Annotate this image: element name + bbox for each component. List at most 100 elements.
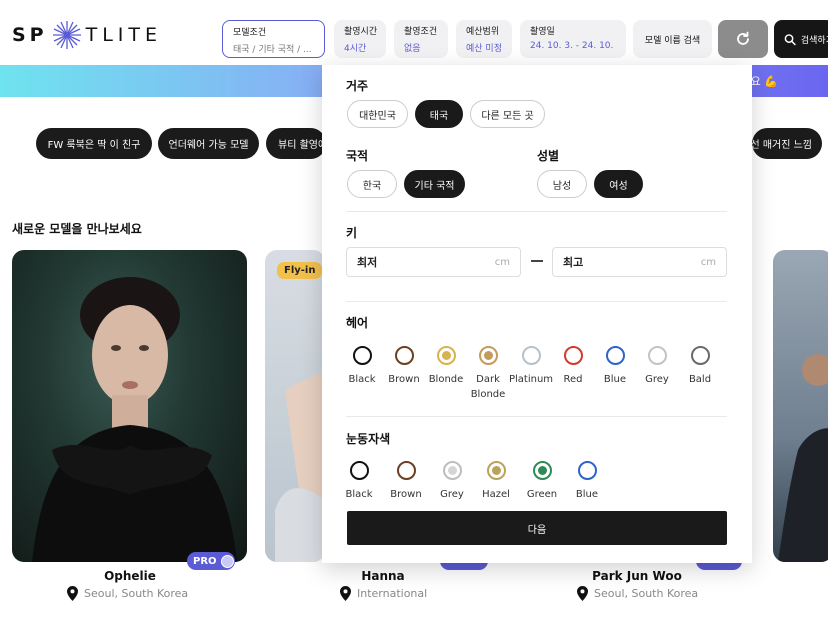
tag-chip[interactable]: 언더웨어 가능 모델 <box>158 128 259 159</box>
filter-label: 촬영일 <box>530 27 555 37</box>
nationality-title: 국적 <box>346 149 369 163</box>
color-swatch-icon <box>521 346 541 365</box>
logo-text-left: SP <box>12 24 48 46</box>
search-button-label: 검색하기 <box>800 35 828 46</box>
location-pin-icon <box>577 586 588 601</box>
filter-label: 촬영조건 <box>404 27 438 37</box>
verified-icon <box>220 554 234 568</box>
nationality-option-korean[interactable]: 한국 <box>347 170 397 198</box>
spotlite-logo[interactable]: SP TLITE <box>12 20 162 50</box>
model-card-photo[interactable] <box>773 250 828 562</box>
color-swatch-icon <box>577 461 597 480</box>
model-name[interactable]: Hanna <box>323 569 443 583</box>
filter-shooting-time[interactable]: 촬영시간 4시간 <box>334 20 386 58</box>
model-card-photo[interactable] <box>12 250 247 562</box>
filter-label: 촬영시간 <box>344 27 378 37</box>
model-location-text: International <box>357 587 428 600</box>
nationality-option-other[interactable]: 기타 국적 <box>404 170 465 198</box>
reset-button[interactable] <box>718 20 768 58</box>
color-swatch-fill <box>610 351 620 360</box>
color-swatch-fill <box>537 466 547 475</box>
header: SP TLITE 모델조건 태국 / 기타 국적 / ... 촬영시간 4시간 … <box>0 0 828 66</box>
color-swatch-fill <box>652 351 662 360</box>
filter-budget-range[interactable]: 예산범위 예산 미정 <box>456 20 512 58</box>
color-swatch-fill <box>526 351 536 360</box>
color-swatch-icon <box>690 346 710 365</box>
model-portrait-image <box>275 370 325 562</box>
color-swatch-fill <box>483 351 493 360</box>
model-location-text: Seoul, South Korea <box>84 587 189 600</box>
color-swatch-icon <box>532 461 552 480</box>
location-pin-icon <box>67 586 78 601</box>
model-name[interactable]: Park Jun Woo <box>577 569 697 583</box>
model-location-text: Seoul, South Korea <box>594 587 699 600</box>
residence-title: 거주 <box>346 79 369 93</box>
gender-option-male[interactable]: 남성 <box>537 170 587 198</box>
filter-value: 24. 10. 3. - 24. 10. 3. <box>530 41 616 51</box>
model-location: Seoul, South Korea <box>577 586 698 601</box>
model-conditions-panel: 거주 대한민국 태국 다른 모든 곳 국적 한국 기타 국적 성별 남성 여성 … <box>322 65 752 563</box>
next-button[interactable]: 다음 <box>347 511 727 545</box>
color-swatch-fill <box>568 351 578 360</box>
range-dash <box>531 260 543 262</box>
logo-text-right: TLITE <box>85 24 163 46</box>
residence-option-thailand[interactable]: 태국 <box>415 100 463 128</box>
color-swatch-icon <box>436 346 456 365</box>
model-name[interactable]: Ophelie <box>70 569 190 583</box>
color-swatch-fill <box>441 351 451 360</box>
filter-label: 모델조건 <box>233 28 267 38</box>
height-unit: cm <box>700 256 716 268</box>
search-button[interactable]: 검색하기 <box>774 20 828 58</box>
height-max-input[interactable]: 최고 cm <box>552 247 727 277</box>
height-max-placeholder: 최고 <box>563 256 584 269</box>
divider <box>346 416 727 417</box>
color-swatch-fill <box>491 466 501 475</box>
model-location: International <box>340 586 427 601</box>
color-swatch-icon <box>563 346 583 365</box>
color-swatch-icon <box>486 461 506 480</box>
color-swatch-icon <box>349 461 369 480</box>
color-swatch-fill <box>357 351 367 360</box>
model-portrait-image <box>32 277 237 562</box>
height-min-input[interactable]: 최저 cm <box>346 247 521 277</box>
color-swatch-icon <box>605 346 625 365</box>
divider <box>346 301 727 302</box>
color-swatch-icon <box>352 346 372 365</box>
gender-option-female[interactable]: 여성 <box>594 170 643 198</box>
color-swatch-fill <box>354 466 364 475</box>
tag-chip[interactable]: FW 룩북은 딱 이 친구 <box>36 128 152 159</box>
gender-title: 성별 <box>537 149 560 163</box>
model-portrait-image <box>778 354 828 562</box>
residence-option-other[interactable]: 다른 모든 곳 <box>470 100 545 128</box>
tag-chip[interactable]: 뷰티 촬영에 <box>266 128 326 159</box>
height-title: 키 <box>346 226 358 240</box>
pro-badge: PRO <box>187 552 235 570</box>
fly-in-badge: Fly-in <box>277 262 323 279</box>
filter-model-conditions[interactable]: 모델조건 태국 / 기타 국적 / ... <box>222 20 325 58</box>
model-location: Seoul, South Korea <box>67 586 188 601</box>
filter-shooting-conditions[interactable]: 촬영조건 없음 <box>394 20 448 58</box>
filter-shooting-date[interactable]: 촬영일 24. 10. 3. - 24. 10. 3. <box>520 20 626 58</box>
color-swatch-icon <box>647 346 667 365</box>
model-card-photo[interactable] <box>265 250 325 562</box>
color-swatch-fill <box>399 351 409 360</box>
color-label: Blue <box>575 489 599 500</box>
hair-option-bald[interactable]: Bald <box>670 346 730 387</box>
color-swatch-fill <box>695 351 705 360</box>
filter-value: 없음 <box>404 44 421 54</box>
color-swatch-icon <box>478 346 498 365</box>
hair-title: 헤어 <box>346 316 369 330</box>
model-name-search-button[interactable]: 모델 이름 검색 <box>633 20 712 58</box>
color-swatch-icon <box>394 346 414 365</box>
filter-value: 예산 미정 <box>466 44 502 54</box>
color-swatch-fill <box>401 466 411 475</box>
eye-color-title: 눈동자색 <box>346 432 391 446</box>
color-swatch-fill <box>447 466 457 475</box>
tag-chip[interactable]: 선 매거진 느낌 <box>752 128 822 159</box>
residence-option-korea[interactable]: 대한민국 <box>347 100 408 128</box>
divider <box>346 211 727 212</box>
eye-option-blue[interactable]: Blue <box>557 461 617 502</box>
search-icon <box>784 33 796 45</box>
filter-label: 예산범위 <box>466 27 500 37</box>
filter-value: 태국 / 기타 국적 / ... <box>233 45 312 55</box>
